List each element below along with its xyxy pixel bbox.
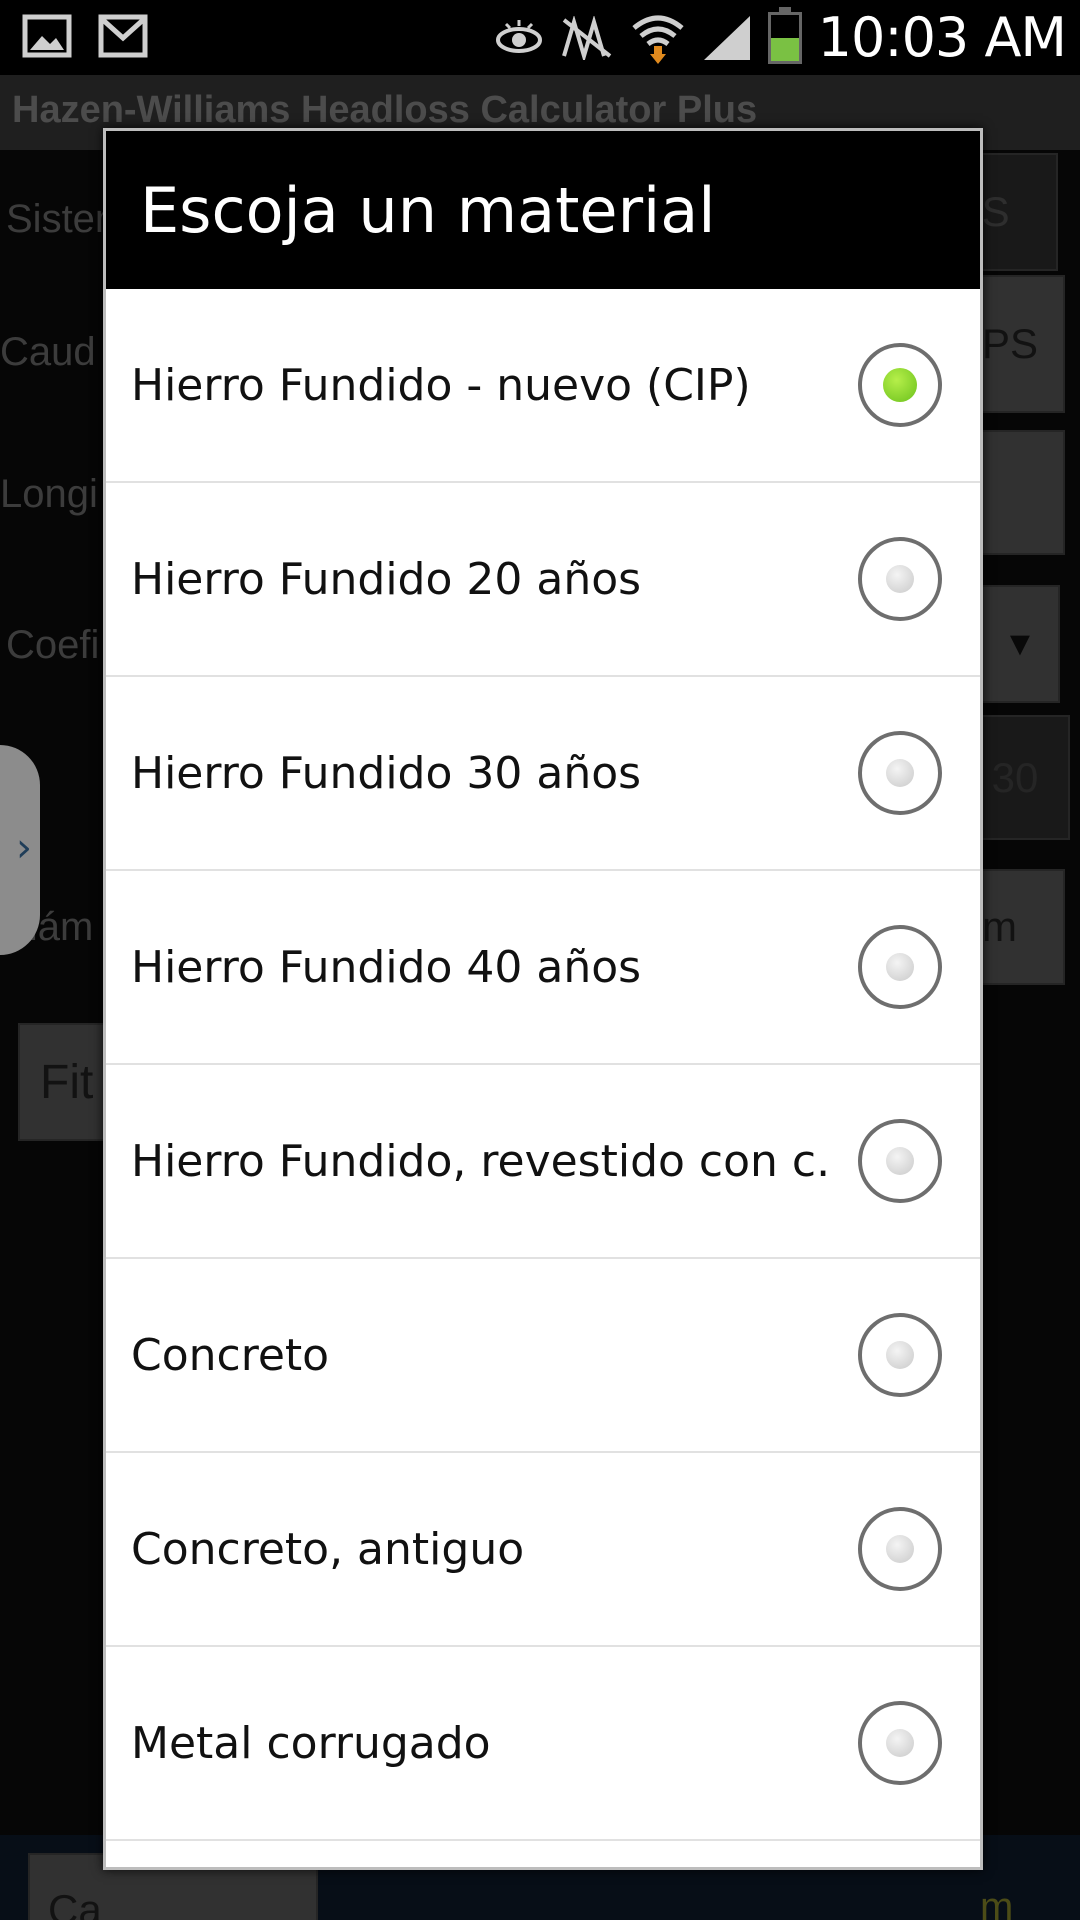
material-option-label: Hierro Fundido - nuevo (CIP) [131, 359, 751, 411]
radio-dot [886, 1147, 914, 1175]
radio-dot [883, 368, 917, 402]
radio-unchecked-icon[interactable] [858, 925, 942, 1009]
material-option-label: Hierro Fundido 30 años [131, 747, 642, 799]
material-option[interactable]: Concreto [106, 1259, 980, 1453]
material-option-label: Hierro Fundido 40 años [131, 941, 642, 993]
radio-unchecked-icon[interactable] [858, 1313, 942, 1397]
radio-dot [886, 1729, 914, 1757]
clock: 10:03 AM [817, 6, 1067, 69]
material-option-label: Hierro Fundido, revestido con c. [131, 1135, 831, 1187]
material-option[interactable]: Concreto, antiguo [106, 1453, 980, 1647]
radio-dot [886, 565, 914, 593]
radio-unchecked-icon[interactable] [858, 1119, 942, 1203]
material-option[interactable]: Hierro Fundido, revestido con c. [106, 1065, 980, 1259]
radio-unchecked-icon[interactable] [858, 1507, 942, 1591]
radio-unchecked-icon[interactable] [858, 731, 942, 815]
no-signal-icon [561, 15, 611, 60]
radio-dot [886, 1535, 914, 1563]
material-option-label: Metal corrugado [131, 1717, 491, 1769]
dialog-title: Escoja un material [106, 131, 980, 289]
radio-checked-icon[interactable] [858, 343, 942, 427]
cellular-signal-icon [703, 15, 750, 60]
material-option[interactable]: Hierro Fundido 20 años [106, 483, 980, 677]
material-dialog: Escoja un material Hierro Fundido - nuev… [103, 128, 983, 1870]
radio-dot [886, 1341, 914, 1369]
eye-icon [495, 19, 542, 53]
gmail-icon [98, 14, 148, 58]
material-option[interactable]: Hierro Fundido 30 años [106, 677, 980, 871]
material-option-label: Concreto [131, 1329, 330, 1381]
radio-dot [886, 953, 914, 981]
material-option-label: Concreto, antiguo [131, 1523, 525, 1575]
radio-unchecked-icon[interactable] [858, 1701, 942, 1785]
material-option[interactable]: Hierro Fundido - nuevo (CIP) [106, 289, 980, 483]
wifi-icon [632, 15, 684, 64]
radio-unchecked-icon[interactable] [858, 537, 942, 621]
radio-dot [886, 759, 914, 787]
battery-icon [767, 6, 802, 64]
status-bar: 10:03 AM [0, 0, 1080, 75]
material-option-label: Hierro Fundido 20 años [131, 553, 642, 605]
material-option-list: Hierro Fundido - nuevo (CIP) Hierro Fundi… [106, 289, 980, 1841]
material-option[interactable]: Metal corrugado [106, 1647, 980, 1841]
gallery-icon [22, 14, 72, 58]
material-option[interactable]: Hierro Fundido 40 años [106, 871, 980, 1065]
